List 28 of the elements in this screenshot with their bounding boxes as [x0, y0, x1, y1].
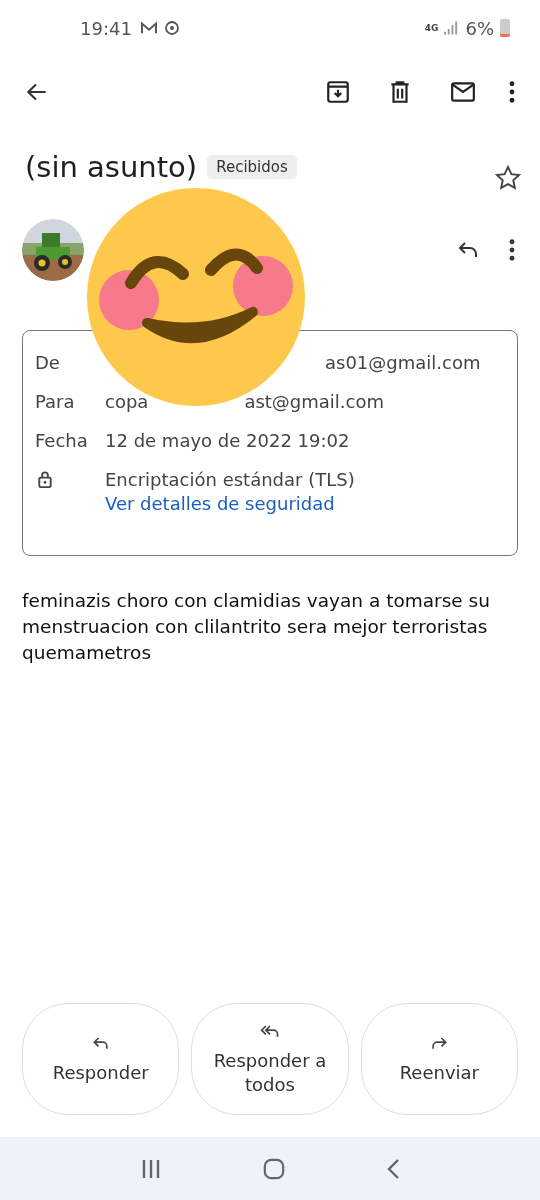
email-body: feminazis choro con clamidias vayan a tomarse su menstruacion con clilantrito sera mejor terroristas quemametros — [22, 589, 491, 665]
detail-label: De — [35, 352, 61, 373]
archive-icon[interactable] — [325, 79, 351, 105]
reply-button[interactable]: Responder — [22, 1003, 180, 1115]
signal-icon — [444, 21, 460, 35]
mail-icon — [139, 21, 158, 35]
status-time: 19:41 — [80, 17, 132, 39]
encryption-text: Encriptación estándar (TLS) — [105, 469, 355, 490]
mail-icon[interactable] — [449, 79, 477, 105]
star-icon[interactable] — [494, 164, 522, 192]
detail-value: 12 de mayo de 2022 19:02 — [105, 430, 350, 451]
detail-value: as01@gmail.com — [325, 352, 481, 373]
detail-label: Para — [35, 391, 76, 412]
detail-label: Fecha — [35, 430, 89, 451]
lock-icon — [37, 470, 53, 489]
detail-value: ast@gmail.com — [244, 391, 384, 412]
security-details-link[interactable]: Ver detalles de seguridad — [105, 492, 335, 514]
forward-button[interactable]: Reenviar — [360, 1003, 518, 1115]
network-indicator: 4G — [424, 23, 439, 33]
battery-percent: 6% — [465, 17, 494, 39]
detail-value: copa — [105, 391, 149, 412]
reply-all-button[interactable]: Responder a todos — [191, 1003, 349, 1115]
more-icon[interactable] — [509, 239, 515, 261]
email-subject: (sin asunto) — [25, 150, 198, 184]
battery-icon — [500, 19, 510, 37]
home-icon[interactable] — [263, 1157, 285, 1180]
inbox-label[interactable]: Recibidos — [207, 155, 297, 179]
more-icon[interactable] — [509, 81, 515, 103]
